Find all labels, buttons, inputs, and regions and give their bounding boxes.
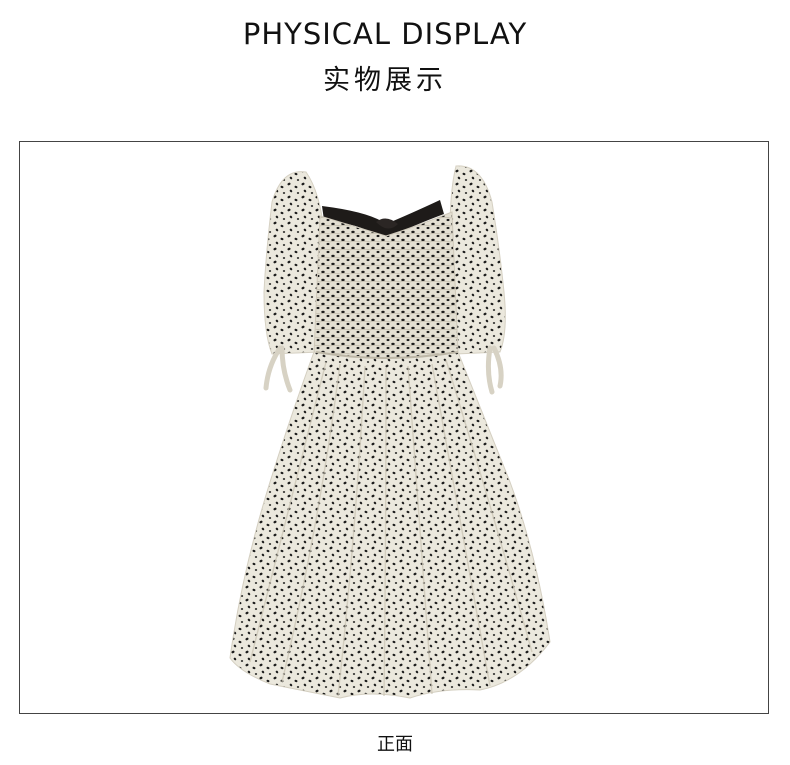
page-title-english: PHYSICAL DISPLAY [242, 17, 528, 51]
photo-caption: 正面 [377, 734, 413, 755]
right-sleeve-tie [485, 345, 504, 395]
dress-photo [229, 165, 551, 699]
page-title-chinese: 实物展示 [323, 65, 447, 96]
dress-skirt [229, 351, 551, 699]
right-sleeve [449, 165, 506, 355]
product-photo-frame [19, 141, 769, 714]
left-sleeve-tie [263, 345, 293, 393]
